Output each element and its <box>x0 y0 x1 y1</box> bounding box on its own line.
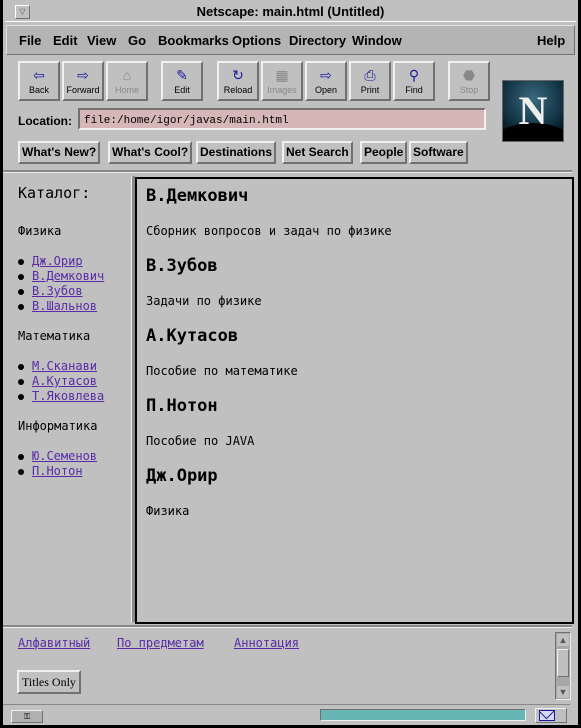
back-arrow-icon: ⇦ <box>33 67 45 83</box>
entry-author: В.Демкович <box>146 186 249 206</box>
menu-file[interactable]: File <box>19 33 41 48</box>
entry-author: А.Кутасов <box>146 326 239 346</box>
link-yakovleva[interactable]: Т.Яковлева <box>17 389 104 403</box>
menu-options[interactable]: Options <box>232 33 281 48</box>
back-button[interactable]: ⇦ Back <box>18 61 60 101</box>
link-annotation[interactable]: Аннотация <box>234 636 299 650</box>
printer-icon: ⎙ <box>364 67 376 83</box>
section-physics: Физика <box>18 224 62 238</box>
link-skanavi[interactable]: М.Сканави <box>17 359 97 373</box>
open-icon: ⇨ <box>320 67 332 83</box>
progress-bar <box>320 709 526 721</box>
catalog-title: Каталог: <box>18 184 91 202</box>
whats-cool-button[interactable]: What's Cool? <box>108 141 193 164</box>
entry-title: Пособие по JAVA <box>146 434 255 448</box>
link-kutasov[interactable]: А.Кутасов <box>17 374 97 388</box>
toolbar-separator <box>3 170 572 173</box>
progress-fill <box>321 710 525 720</box>
reload-button[interactable]: ↻ Reload <box>217 61 259 101</box>
whats-new-button[interactable]: What's New? <box>18 141 101 164</box>
link-zubov[interactable]: В.Зубов <box>18 284 83 298</box>
home-icon: ⌂ <box>122 67 132 83</box>
entry-author: Дж.Орир <box>146 466 218 486</box>
scroll-thumb[interactable] <box>557 649 569 677</box>
menu-directory[interactable]: Directory <box>289 33 346 48</box>
menu-bookmarks[interactable]: Bookmarks <box>158 33 229 48</box>
titles-only-button[interactable]: Titles Only <box>17 670 81 694</box>
people-button[interactable]: People <box>360 141 408 164</box>
bottom-frame-scrollbar[interactable]: ▲ ▼ <box>555 632 571 700</box>
scroll-up-icon[interactable]: ▲ <box>557 634 569 646</box>
link-alphabetical[interactable]: Алфавитный <box>18 636 90 650</box>
entry-author: В.Зубов <box>146 256 218 276</box>
status-bar: ⚿ <box>3 704 570 725</box>
entry-title: Задачи по физике <box>146 294 262 308</box>
scroll-down-icon[interactable]: ▼ <box>557 686 569 698</box>
mail-button[interactable] <box>535 708 567 723</box>
mail-icon <box>539 710 555 721</box>
entry-author: П.Нотон <box>146 396 218 416</box>
link-shalnov[interactable]: В.Шальнов <box>17 299 97 313</box>
find-button[interactable]: ⚲ Find <box>393 61 435 101</box>
location-label: Location: <box>18 114 72 128</box>
link-demkovich[interactable]: В.Демкович <box>17 269 104 283</box>
menu-bar: File Edit View Go Bookmarks Options Dire… <box>6 25 575 55</box>
section-math: Математика <box>18 329 91 343</box>
menu-window[interactable]: Window <box>352 33 402 48</box>
reload-icon: ↻ <box>232 67 244 83</box>
title-bar: ▽ Netscape: main.html (Untitled) <box>5 2 576 22</box>
link-orir[interactable]: Дж.Орир <box>18 254 83 268</box>
logo-letter: N <box>518 88 548 133</box>
software-button[interactable]: Software <box>409 141 468 164</box>
netscape-logo[interactable]: N <box>502 80 564 142</box>
section-informatics: Информатика <box>18 419 98 433</box>
frame-separator <box>3 625 572 628</box>
pencil-icon: ✎ <box>176 67 188 83</box>
key-icon[interactable]: ⚿ <box>11 710 43 723</box>
entry-title: Пособие по математике <box>146 364 298 378</box>
location-input[interactable]: file:/home/igor/javas/main.html <box>78 108 486 130</box>
menu-edit[interactable]: Edit <box>53 33 78 48</box>
open-button[interactable]: ⇨ Open <box>305 61 347 101</box>
menu-go[interactable]: Go <box>128 33 146 48</box>
print-button[interactable]: ⎙ Print <box>349 61 391 101</box>
entry-title: Физика <box>146 504 190 518</box>
forward-arrow-icon: ⇨ <box>77 67 89 83</box>
images-button[interactable]: ▦ Images <box>261 61 303 101</box>
home-button[interactable]: ⌂ Home <box>106 61 148 101</box>
menu-view[interactable]: View <box>87 33 116 48</box>
stop-icon: ⬣ <box>462 67 476 83</box>
forward-button[interactable]: ⇨ Forward <box>62 61 104 101</box>
link-by-subject[interactable]: По предметам <box>117 636 204 650</box>
images-icon: ▦ <box>275 67 289 83</box>
stop-button[interactable]: ⬣ Stop <box>448 61 490 101</box>
entry-title: Сборник вопросов и задач по физике <box>146 224 392 238</box>
destinations-button[interactable]: Destinations <box>196 141 277 164</box>
menu-help[interactable]: Help <box>537 33 565 48</box>
link-noton[interactable]: П.Нотон <box>18 464 83 478</box>
link-semenov[interactable]: Ю.Семенов <box>17 449 97 463</box>
edit-button[interactable]: ✎ Edit <box>161 61 203 101</box>
net-search-button[interactable]: Net Search <box>282 141 353 164</box>
binoculars-icon: ⚲ <box>408 67 420 83</box>
window-title: Netscape: main.html (Untitled) <box>196 4 385 19</box>
